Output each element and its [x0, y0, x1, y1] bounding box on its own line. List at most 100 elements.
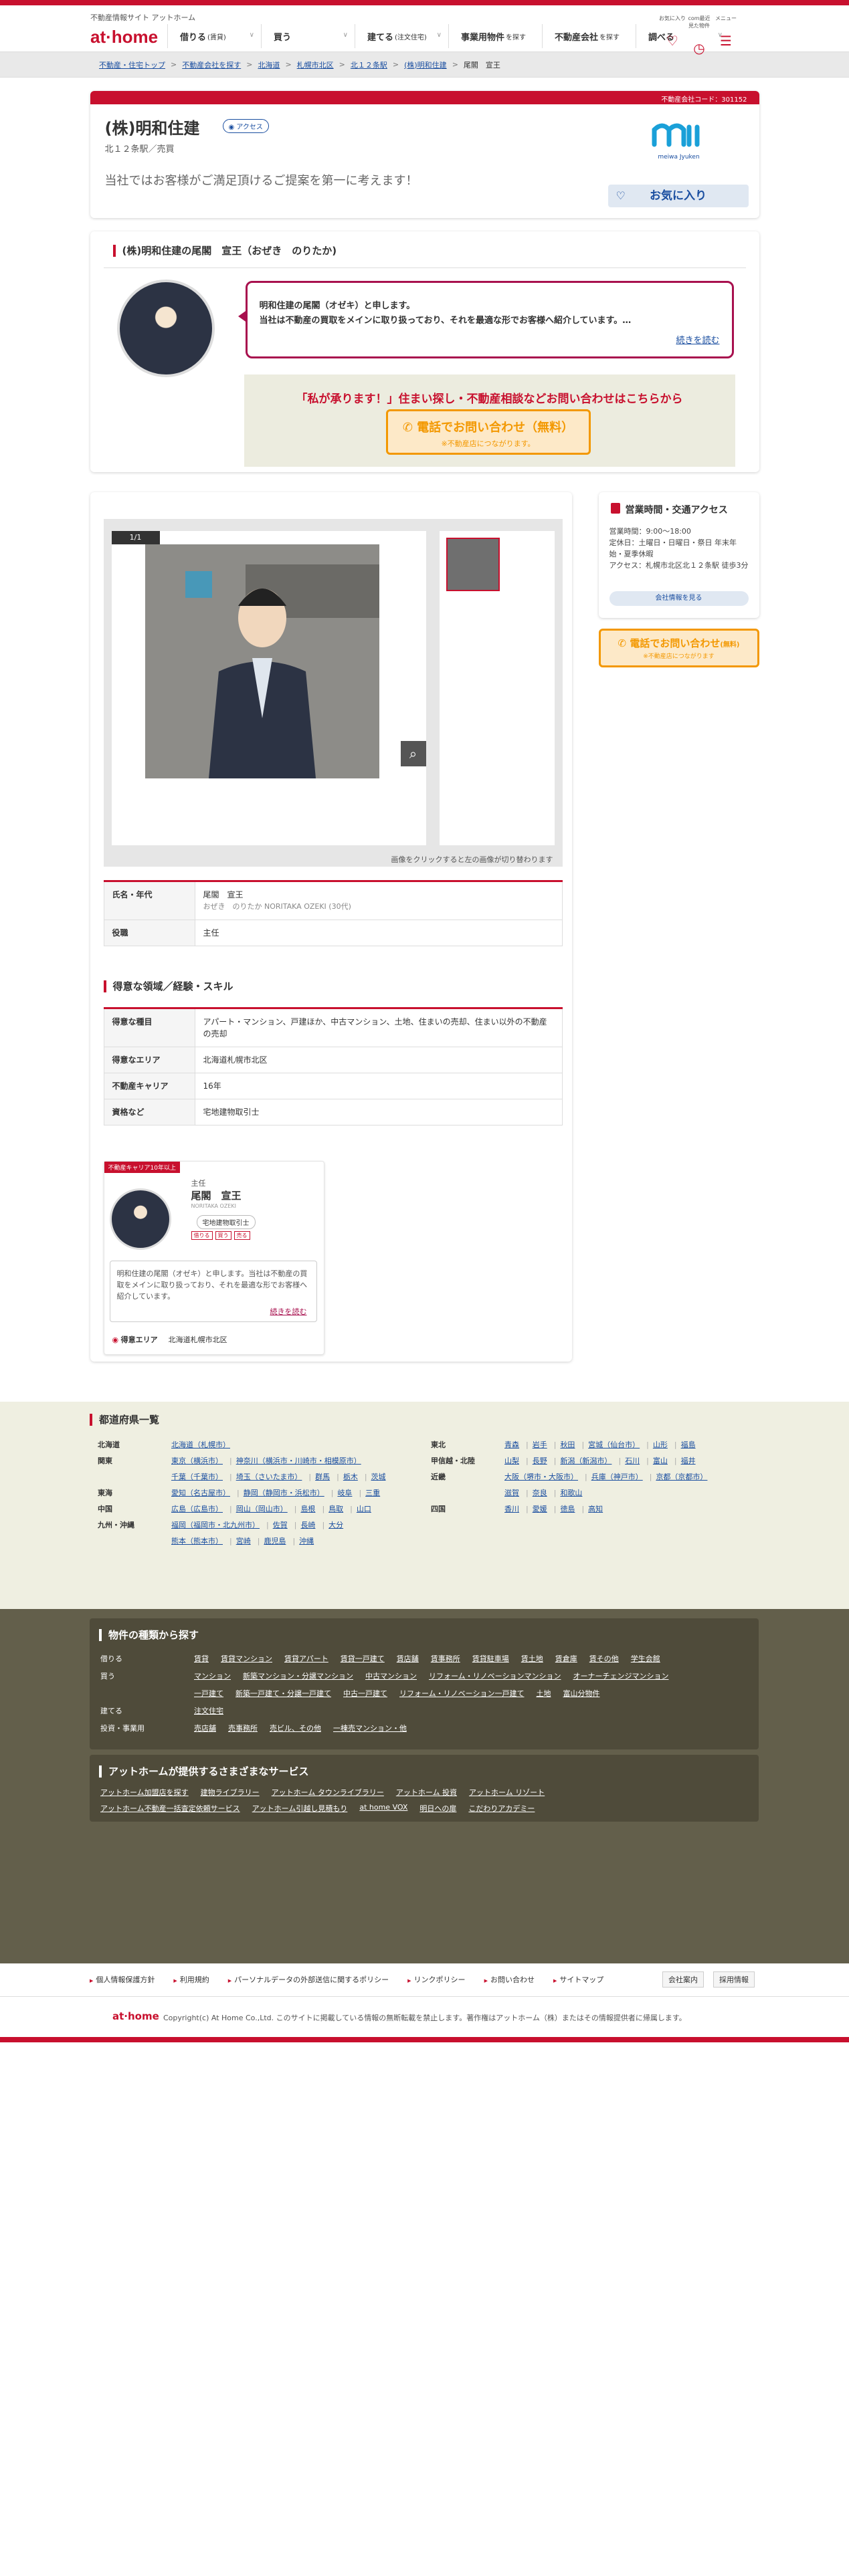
type-link[interactable]: 一棟売マンション・他 [333, 1723, 407, 1733]
prefecture-link[interactable]: 秋田 [560, 1440, 575, 1449]
menu-button[interactable]: メニュー ☰ [713, 15, 739, 49]
type-link[interactable]: 新築マンション・分譲マンション [243, 1671, 353, 1681]
prefecture-link[interactable]: 島根 [300, 1505, 315, 1513]
service-link[interactable]: アットホーム加盟店を探す [100, 1787, 189, 1798]
type-link[interactable]: 賃その他 [589, 1653, 619, 1664]
type-link[interactable]: 富山分物件 [563, 1688, 599, 1699]
type-link[interactable]: 売事務所 [228, 1723, 258, 1733]
prefecture-link[interactable]: 群馬 [315, 1473, 330, 1481]
prefecture-link[interactable]: 香川 [504, 1505, 519, 1513]
type-link[interactable]: 土地 [536, 1688, 551, 1699]
prefecture-link[interactable]: 岩手 [533, 1440, 547, 1449]
footer-link[interactable]: サイトマップ [553, 1974, 603, 1985]
service-link[interactable]: 明日への扉 [419, 1803, 456, 1814]
prefecture-link[interactable]: 広島（広島市） [171, 1505, 223, 1513]
nav-build[interactable]: 建てる (注文住宅) ∨ [355, 24, 448, 48]
prefecture-link[interactable]: 滋賀 [504, 1489, 519, 1497]
type-link[interactable]: 新築一戸建て・分譲一戸建て [235, 1688, 331, 1699]
site-logo[interactable]: at·home [90, 27, 158, 47]
prefecture-link[interactable]: 茨城 [371, 1473, 386, 1481]
breadcrumb-link[interactable]: 札幌市北区 [297, 60, 334, 70]
prefecture-link[interactable]: 高知 [588, 1505, 603, 1513]
footer-link[interactable]: パーソナルデータの外部送信に関するポリシー [228, 1974, 389, 1985]
service-link[interactable]: アットホーム リゾート [469, 1787, 545, 1798]
prefecture-link[interactable]: 京都（京都市） [656, 1473, 707, 1481]
prefecture-link[interactable]: 神奈川（横浜市・川崎市・相模原市） [236, 1457, 361, 1465]
type-link[interactable]: 売店舗 [194, 1723, 216, 1733]
prefecture-link[interactable]: 愛媛 [533, 1505, 547, 1513]
service-link[interactable]: アットホーム タウンライブラリー [272, 1787, 384, 1798]
type-link[interactable]: 注文住宅 [194, 1705, 223, 1716]
zoom-icon[interactable]: ⌕ [400, 741, 426, 766]
breadcrumb-link[interactable]: 北海道 [258, 60, 280, 70]
prefecture-link[interactable]: 大阪（堺市・大阪市） [504, 1473, 578, 1481]
service-link[interactable]: 建物ライブラリー [201, 1787, 260, 1798]
type-link[interactable]: 学生会館 [631, 1653, 660, 1664]
footer-link[interactable]: 利用規約 [173, 1974, 209, 1985]
nav-agent[interactable]: 不動産会社 を探す [542, 24, 636, 48]
type-link[interactable]: 賃土地 [521, 1653, 543, 1664]
type-link[interactable]: 中古一戸建て [343, 1688, 387, 1699]
service-link[interactable]: アットホーム引越し見積もり [252, 1803, 348, 1814]
type-link[interactable]: 賃貸マンション [221, 1653, 272, 1664]
main-photo[interactable]: ⌕ [111, 531, 426, 845]
prefecture-link[interactable]: 石川 [625, 1457, 640, 1465]
type-link[interactable]: 賃貸 [194, 1653, 209, 1664]
prefecture-link[interactable]: 富山 [653, 1457, 668, 1465]
prefecture-link[interactable]: 福岡（福岡市・北九州市） [171, 1521, 260, 1529]
prefecture-link[interactable]: 鹿児島 [264, 1537, 286, 1545]
prefecture-link[interactable]: 奈良 [533, 1489, 547, 1497]
prefecture-link[interactable]: 福島 [681, 1440, 696, 1449]
prefecture-link[interactable]: 福井 [681, 1457, 696, 1465]
prefecture-link[interactable]: 兵庫（神戸市） [591, 1473, 643, 1481]
prefecture-link[interactable]: 鳥取 [328, 1505, 343, 1513]
prefecture-link[interactable]: 北海道（札幌市） [171, 1440, 230, 1449]
type-link[interactable]: 売ビル、その他 [270, 1723, 321, 1733]
prefecture-link[interactable]: 熊本（熊本市） [171, 1537, 223, 1545]
prefecture-link[interactable]: 栃木 [343, 1473, 358, 1481]
prefecture-link[interactable]: 青森 [504, 1440, 519, 1449]
prefecture-link[interactable]: 佐賀 [273, 1521, 288, 1529]
prefecture-link[interactable]: 長野 [533, 1457, 547, 1465]
type-link[interactable]: 賃貸アパート [284, 1653, 328, 1664]
type-link[interactable]: リフォーム・リノベーションマンション [429, 1671, 561, 1681]
nav-business[interactable]: 事業用物件 を探す [448, 24, 542, 48]
prefecture-link[interactable]: 宮崎 [236, 1537, 251, 1545]
company-info-button[interactable]: 会社情報を見る [609, 591, 749, 606]
recruit-link[interactable]: 採用情報 [713, 1971, 755, 1988]
type-link[interactable]: 中古マンション [365, 1671, 417, 1681]
history-button[interactable]: com最近見た物件 ◷ [686, 15, 713, 56]
read-more-link[interactable]: 続きを読む [270, 1306, 307, 1317]
breadcrumb-link[interactable]: 北１２条駅 [351, 60, 387, 70]
prefecture-link[interactable]: 愛知（名古屋市） [171, 1489, 230, 1497]
service-link[interactable]: at home VOX [359, 1803, 407, 1814]
side-phone-button[interactable]: ✆ 電話でお問い合わせ(無料) ※不動産店につながります [598, 629, 759, 667]
prefecture-link[interactable]: 静岡（静岡市・浜松市） [244, 1489, 324, 1497]
prefecture-link[interactable]: 大分 [328, 1521, 343, 1529]
prefecture-link[interactable]: 徳島 [560, 1505, 575, 1513]
type-link[interactable]: 賃店舗 [397, 1653, 419, 1664]
type-link[interactable]: 賃事務所 [431, 1653, 460, 1664]
prefecture-link[interactable]: 東京（横浜市） [171, 1457, 223, 1465]
staff-mini-card[interactable]: 不動産キャリア10年以上 主任 尾閣 宣王 NORITAKA OZEKI 宅地建… [103, 1161, 324, 1355]
company-link[interactable]: 会社案内 [662, 1971, 704, 1988]
prefecture-link[interactable]: 山形 [653, 1440, 668, 1449]
type-link[interactable]: 賃貸一戸建て [341, 1653, 385, 1664]
breadcrumb-link[interactable]: 不動産会社を探す [182, 60, 241, 70]
prefecture-link[interactable]: 宮城（仙台市） [588, 1440, 640, 1449]
footer-link[interactable]: リンクポリシー [407, 1974, 466, 1985]
favorite-button[interactable]: ♡ お気に入り [607, 185, 749, 207]
service-link[interactable]: アットホーム不動産一括査定依頼サービス [100, 1803, 240, 1814]
photo-thumbnail[interactable] [446, 538, 500, 591]
read-more-link[interactable]: 続きを読む [676, 334, 719, 348]
prefecture-link[interactable]: 沖縄 [299, 1537, 314, 1545]
nav-rent[interactable]: 借りる (賃貸) ∨ [167, 24, 261, 48]
nav-buy[interactable]: 買う ∨ [261, 24, 355, 48]
type-link[interactable]: オーナーチェンジマンション [573, 1671, 668, 1681]
prefecture-link[interactable]: 岡山（岡山市） [236, 1505, 288, 1513]
footer-link[interactable]: 個人情報保護方針 [90, 1974, 155, 1985]
service-link[interactable]: アットホーム 投資 [396, 1787, 457, 1798]
service-link[interactable]: こだわりアカデミー [468, 1803, 535, 1814]
breadcrumb-link[interactable]: (株)明和住建 [404, 60, 447, 70]
prefecture-link[interactable]: 山梨 [504, 1457, 519, 1465]
